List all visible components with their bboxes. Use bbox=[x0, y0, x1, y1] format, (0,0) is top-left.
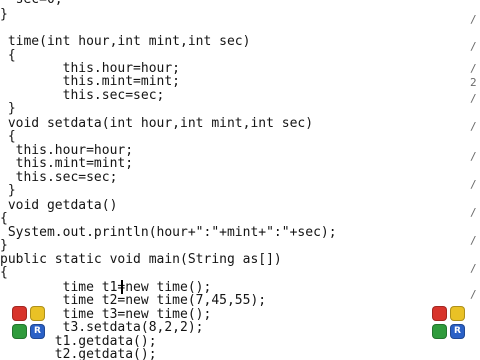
margin-mark: 2 bbox=[470, 76, 477, 89]
code-line-15[interactable]: void getdata() bbox=[0, 198, 118, 214]
blue-app-icon[interactable]: R bbox=[450, 324, 465, 339]
code-line-19[interactable]: public static void main(String as[]) bbox=[0, 252, 282, 268]
margin-mark: / bbox=[470, 206, 477, 219]
margin-mark: / bbox=[470, 13, 477, 26]
margin-mark: / bbox=[470, 288, 477, 301]
right-app-cluster[interactable]: R bbox=[432, 306, 466, 340]
code-line-1[interactable]: sec=0; bbox=[0, 0, 63, 8]
yellow-app-icon[interactable] bbox=[30, 306, 45, 321]
red-app-icon[interactable] bbox=[432, 306, 447, 321]
yellow-app-icon[interactable] bbox=[450, 306, 465, 321]
margin-mark: / bbox=[470, 62, 477, 75]
code-line-7[interactable]: this.sec=sec; bbox=[0, 88, 165, 104]
code-line-9[interactable]: void setdata(int hour,int mint,int sec) bbox=[0, 116, 313, 132]
green-app-icon[interactable] bbox=[432, 324, 447, 339]
green-app-icon[interactable] bbox=[12, 324, 27, 339]
code-line-26[interactable]: t2.getdata(); bbox=[0, 347, 157, 360]
margin-mark: / bbox=[470, 40, 477, 53]
margin-mark: / bbox=[470, 120, 477, 133]
text-cursor bbox=[121, 280, 123, 294]
code-line-20[interactable]: { bbox=[0, 265, 8, 281]
code-line-13[interactable]: this.sec=sec; bbox=[0, 170, 118, 186]
blue-app-icon[interactable]: R bbox=[30, 324, 45, 339]
code-editor[interactable]: sec=0; } time(int hour,int mint,int sec)… bbox=[0, 0, 480, 360]
code-line-2[interactable]: } bbox=[0, 7, 8, 23]
code-line-17[interactable]: System.out.println(hour+":"+mint+":"+sec… bbox=[0, 225, 337, 241]
left-app-cluster[interactable]: R bbox=[12, 306, 46, 340]
margin-mark: / bbox=[470, 150, 477, 163]
code-line-3[interactable]: time(int hour,int mint,int sec) bbox=[0, 34, 251, 50]
margin-mark: / bbox=[470, 92, 477, 105]
code-line-14[interactable]: } bbox=[0, 183, 16, 199]
margin-mark: / bbox=[470, 262, 477, 275]
margin-mark: / bbox=[470, 234, 477, 247]
code-line-8[interactable]: } bbox=[0, 101, 16, 117]
red-app-icon[interactable] bbox=[12, 306, 27, 321]
margin-mark: / bbox=[470, 178, 477, 191]
